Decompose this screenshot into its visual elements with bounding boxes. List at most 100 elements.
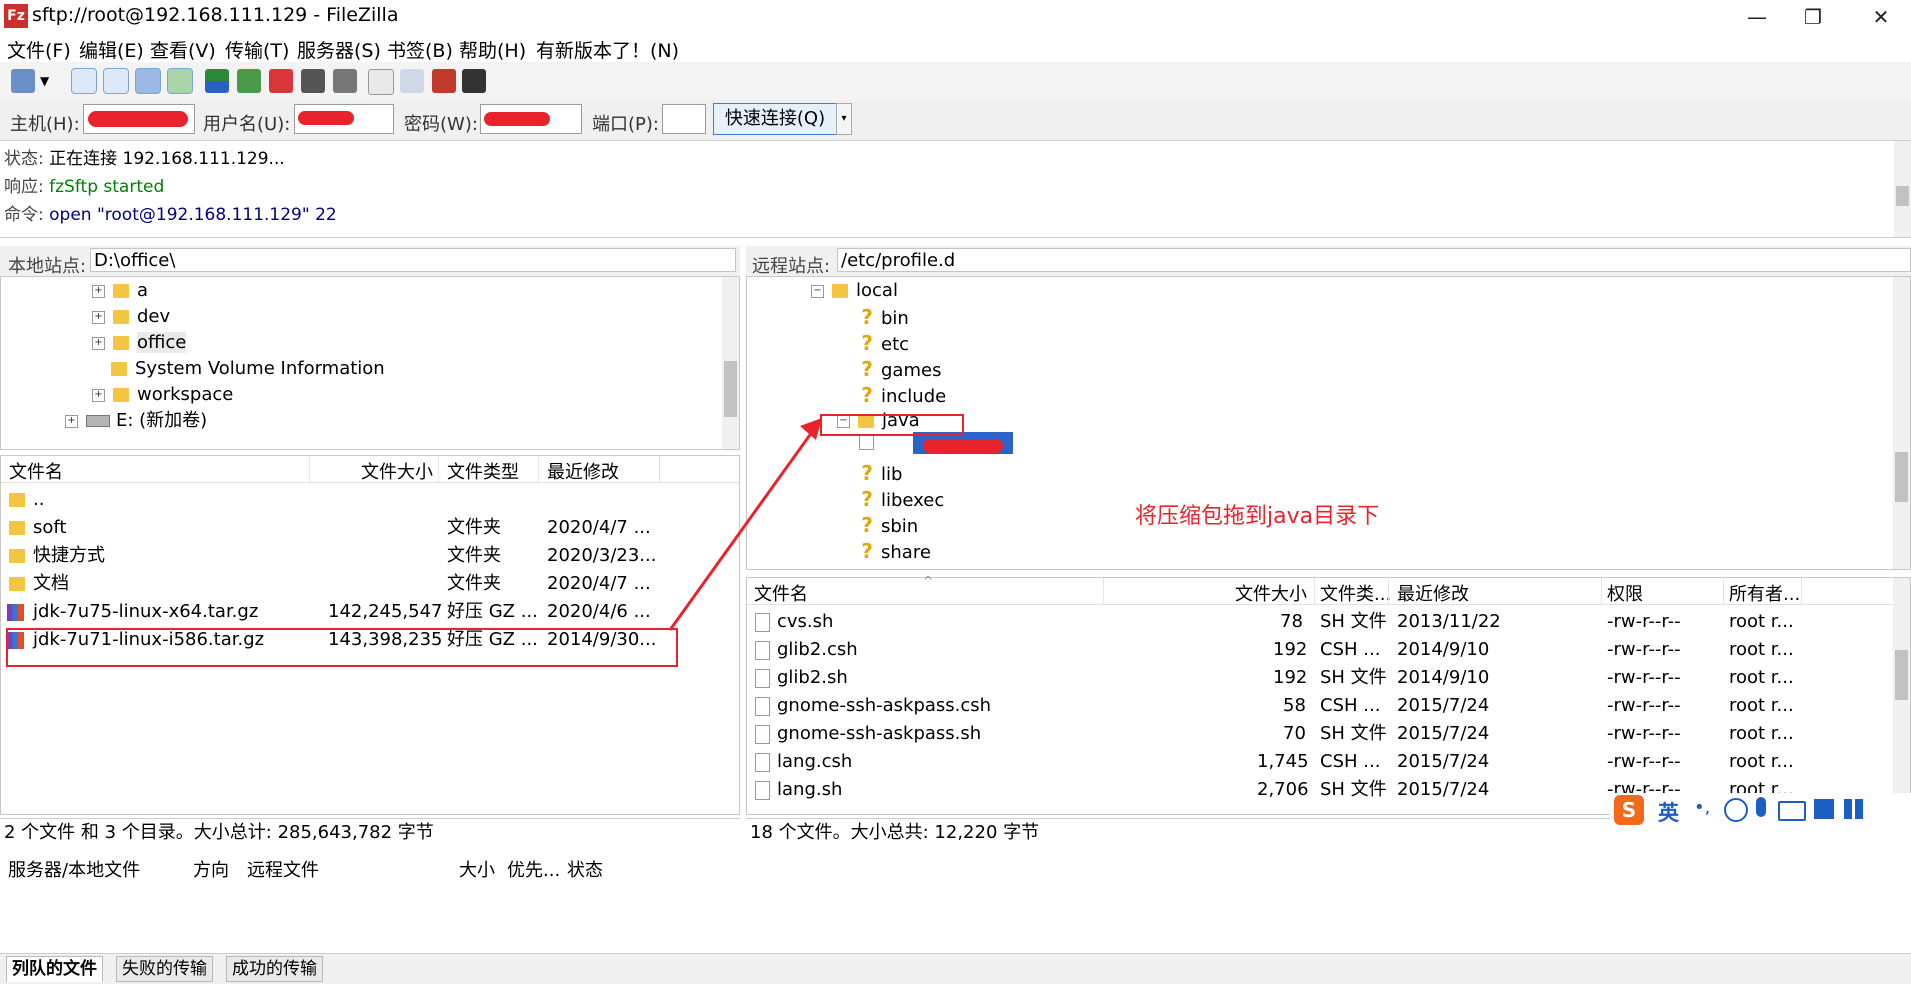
expand-icon[interactable]: +: [92, 310, 105, 324]
menu-transfer[interactable]: 传输(T): [225, 36, 289, 63]
column-modified[interactable]: 最近修改: [547, 458, 619, 484]
toggle-local-tree-icon[interactable]: [103, 68, 129, 94]
remote-list-scrollbar[interactable]: [1893, 578, 1910, 814]
process-queue-icon[interactable]: [237, 69, 261, 93]
emoji-icon[interactable]: [1724, 798, 1748, 822]
file-row[interactable]: lang.csh 1,745 CSH ... 2015/7/24 -rw-r--…: [747, 750, 1895, 773]
queue-column-server-local[interactable]: 服务器/本地文件: [8, 856, 140, 882]
remote-tree-scroll-thumb[interactable]: [1895, 452, 1908, 502]
menu-help[interactable]: 帮助(H): [459, 36, 526, 63]
menu-server[interactable]: 服务器(S): [297, 36, 381, 63]
column-filesize[interactable]: 文件大小: [361, 458, 433, 484]
column-divider[interactable]: [1314, 578, 1315, 604]
refresh-icon[interactable]: [205, 69, 229, 93]
column-divider[interactable]: [438, 456, 439, 482]
expand-icon[interactable]: +: [92, 336, 105, 350]
quickconnect-button[interactable]: 快速连接(Q): [713, 103, 837, 135]
queue-column-remote-file[interactable]: 远程文件: [247, 856, 319, 882]
queue-column-direction[interactable]: 方向: [193, 856, 229, 882]
queue-column-status[interactable]: 状态: [567, 856, 603, 882]
menu-edit[interactable]: 编辑(E): [79, 36, 144, 63]
sync-browsing-icon[interactable]: [432, 69, 456, 93]
queue-column-priority[interactable]: 优先...: [507, 856, 560, 882]
column-divider[interactable]: [538, 456, 539, 482]
tree-item-etc[interactable]: ? etc: [859, 331, 909, 355]
tree-item-libexec[interactable]: ? libexec: [859, 487, 944, 511]
column-permissions[interactable]: 权限: [1607, 580, 1643, 606]
tree-item-dev[interactable]: + dev: [92, 305, 170, 329]
keyboard-icon[interactable]: [1778, 801, 1806, 821]
column-filetype[interactable]: 文件类型: [447, 458, 519, 484]
remote-list-scroll-thumb[interactable]: [1895, 650, 1908, 700]
tab-failed-transfers[interactable]: 失败的传输: [116, 956, 213, 982]
file-row[interactable]: jdk-7u75-linux-x64.tar.gz 142,245,547 好压…: [1, 600, 739, 623]
search-remote-files-icon[interactable]: [462, 69, 486, 93]
local-path-input[interactable]: D:\office\: [90, 248, 736, 272]
tree-item-drive-e[interactable]: + E: (新加卷): [65, 409, 207, 433]
column-divider[interactable]: [1801, 578, 1802, 604]
ime-language-toggle[interactable]: 英: [1658, 797, 1679, 827]
column-filename[interactable]: 文件名: [754, 580, 808, 606]
tree-item-workspace[interactable]: + workspace: [92, 383, 233, 407]
port-field[interactable]: [662, 104, 706, 134]
column-divider[interactable]: [1601, 578, 1602, 604]
disconnect-icon[interactable]: [301, 69, 325, 93]
tree-item-include[interactable]: ? include: [859, 383, 946, 407]
menu-view[interactable]: 查看(V): [150, 36, 216, 63]
tree-item-office[interactable]: + office: [92, 331, 187, 355]
file-row[interactable]: glib2.csh 192 CSH ... 2014/9/10 -rw-r--r…: [747, 638, 1895, 661]
toggle-message-log-icon[interactable]: [71, 68, 97, 94]
menu-new-version[interactable]: 有新版本了！(N): [536, 36, 679, 63]
restore-button[interactable]: ❐: [1785, 0, 1841, 34]
cancel-operation-icon[interactable]: [269, 69, 293, 93]
tree-item-share[interactable]: ? share: [859, 539, 931, 563]
column-divider[interactable]: [1103, 578, 1104, 604]
column-filetype[interactable]: 文件类...: [1320, 580, 1391, 606]
toggle-remote-tree-icon[interactable]: [135, 68, 161, 94]
toolbox-icon[interactable]: [1844, 799, 1864, 819]
column-divider[interactable]: [659, 456, 660, 482]
local-tree-scroll-thumb[interactable]: [724, 361, 737, 417]
collapse-icon[interactable]: −: [811, 284, 824, 298]
column-filename[interactable]: 文件名: [9, 458, 63, 484]
tab-successful-transfers[interactable]: 成功的传输: [226, 956, 323, 982]
microphone-icon[interactable]: [1756, 797, 1766, 817]
file-row[interactable]: 文档 文件夹 2020/4/7 ...: [1, 572, 739, 595]
log-scroll-thumb[interactable]: [1896, 186, 1909, 206]
tree-item-games[interactable]: ? games: [859, 357, 941, 381]
tree-item-lib[interactable]: ? lib: [859, 461, 902, 485]
minimize-button[interactable]: —: [1729, 0, 1785, 34]
queue-column-size[interactable]: 大小: [459, 856, 495, 882]
expand-icon[interactable]: [859, 435, 874, 450]
file-row[interactable]: gnome-ssh-askpass.sh 70 SH 文件 2015/7/24 …: [747, 722, 1895, 745]
tree-item-sbin[interactable]: ? sbin: [859, 513, 918, 537]
column-modified[interactable]: 最近修改: [1397, 580, 1469, 606]
site-manager-dropdown-icon[interactable]: ▼: [40, 69, 54, 93]
tree-item-local[interactable]: − local: [811, 279, 898, 303]
skin-icon[interactable]: [1814, 799, 1834, 819]
file-row[interactable]: ..: [1, 488, 739, 511]
toggle-queue-icon[interactable]: [167, 68, 193, 94]
log-scrollbar[interactable]: [1894, 141, 1911, 237]
column-divider[interactable]: [1723, 578, 1724, 604]
column-divider[interactable]: [309, 456, 310, 482]
expand-icon[interactable]: +: [92, 284, 105, 298]
quickconnect-dropdown-icon[interactable]: ▾: [836, 103, 852, 135]
menu-bookmarks[interactable]: 书签(B): [387, 36, 453, 63]
column-owner[interactable]: 所有者...: [1729, 580, 1800, 606]
close-button[interactable]: ✕: [1853, 0, 1909, 34]
file-row[interactable]: gnome-ssh-askpass.csh 58 CSH ... 2015/7/…: [747, 694, 1895, 717]
tree-item-bin[interactable]: ? bin: [859, 305, 909, 329]
expand-icon[interactable]: +: [92, 388, 105, 402]
file-row[interactable]: glib2.sh 192 SH 文件 2014/9/10 -rw-r--r-- …: [747, 666, 1895, 689]
tree-item-a[interactable]: + a: [92, 279, 148, 303]
reconnect-icon[interactable]: [333, 69, 357, 93]
column-filesize[interactable]: 文件大小: [1235, 580, 1307, 606]
site-manager-icon[interactable]: [11, 69, 35, 93]
remote-path-input[interactable]: /etc/profile.d: [837, 248, 1911, 272]
sogou-logo-icon[interactable]: S: [1614, 795, 1644, 825]
expand-icon[interactable]: +: [65, 414, 78, 428]
file-row[interactable]: soft 文件夹 2020/4/7 ...: [1, 516, 739, 539]
local-tree-scrollbar[interactable]: [722, 277, 739, 449]
toggle-comparison-icon[interactable]: [400, 69, 424, 93]
